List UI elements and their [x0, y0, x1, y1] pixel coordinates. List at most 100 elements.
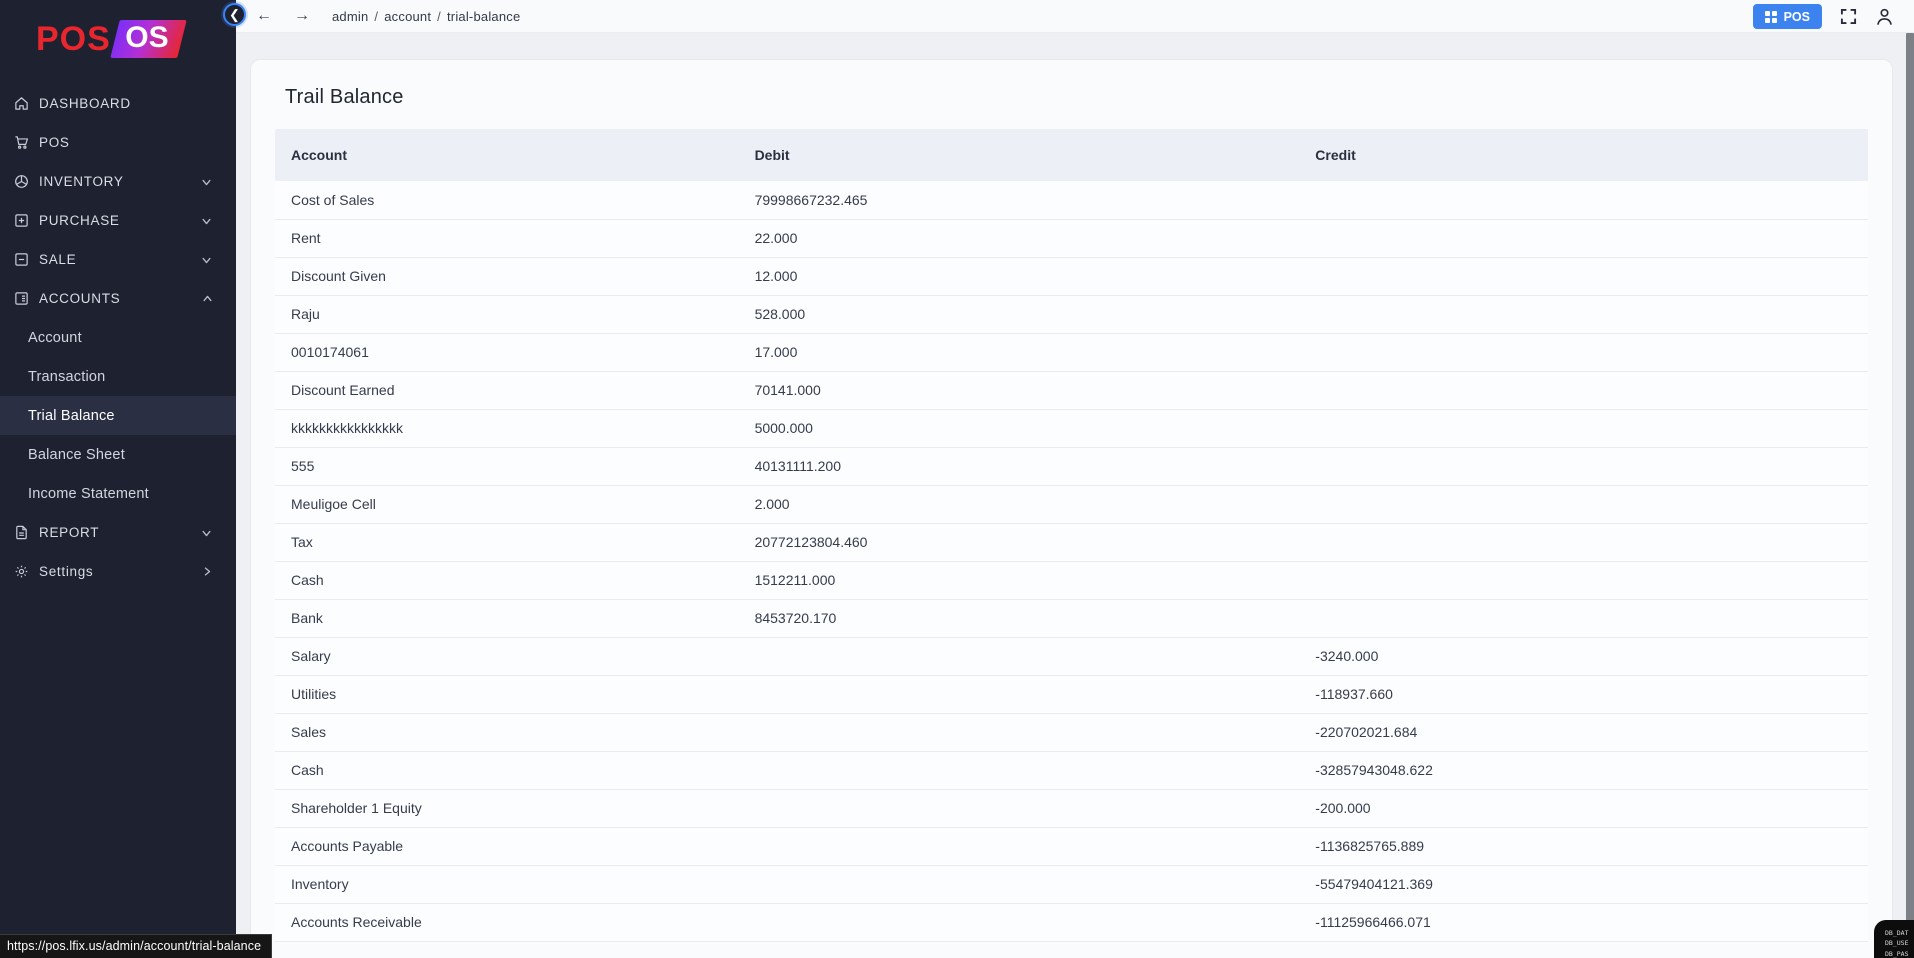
ledger-icon: [13, 291, 29, 307]
trial-balance-table: Account Debit Credit Cost of Sales 79998…: [275, 129, 1868, 942]
sidebar-item-settings[interactable]: Settings: [0, 552, 236, 591]
breadcrumb-admin: admin: [332, 8, 369, 24]
cell-account: Cash: [275, 561, 739, 600]
sidebar-item-label: Account: [28, 329, 82, 346]
cell-debit: 12.000: [738, 257, 1300, 296]
vertical-scrollbar[interactable]: [1906, 33, 1914, 958]
column-header-debit: Debit: [738, 129, 1300, 181]
sidebar-item-accounts[interactable]: ACCOUNTS: [0, 279, 236, 318]
table-row: Shareholder 1 Equity -200.000: [275, 789, 1868, 828]
cell-credit: [1299, 219, 1868, 258]
table-row: Rent 22.000: [275, 219, 1868, 258]
sidebar-item-label: INVENTORY: [39, 174, 124, 189]
sidebar: POS OS DASHBOARD POS INVENTORY PURCHASE …: [0, 0, 236, 958]
cell-debit: 70141.000: [738, 371, 1300, 410]
debug-line: DB_DAT: [1885, 929, 1909, 937]
table-body: Cost of Sales 79998667232.465 Rent 22.00…: [275, 181, 1868, 942]
content-area: Trail Balance Account Debit Credit Cost …: [236, 34, 1914, 958]
sidebar-item-balance-sheet[interactable]: Balance Sheet: [0, 435, 236, 474]
chevron-down-icon: [202, 255, 212, 265]
pos-button-label: POS: [1783, 9, 1810, 24]
page-title: Trail Balance: [285, 86, 404, 108]
table-row: Meuligoe Cell 2.000: [275, 485, 1868, 524]
chevron-right-icon: [202, 567, 212, 577]
cell-credit: -32857943048.622: [1299, 751, 1868, 790]
topbar-actions: POS: [1752, 0, 1894, 33]
fullscreen-icon[interactable]: [1840, 8, 1857, 25]
pos-button[interactable]: POS: [1752, 4, 1822, 29]
sidebar-item-purchase[interactable]: PURCHASE: [0, 201, 236, 240]
cell-debit: 1512211.000: [738, 561, 1300, 600]
chevron-down-icon: [202, 216, 212, 226]
breadcrumb-trial-balance: trial-balance: [446, 8, 521, 24]
cell-credit: [1299, 409, 1868, 448]
package-icon: [13, 174, 29, 190]
logo-text-pos: POS: [36, 19, 111, 58]
breadcrumb: admin / account / trial-balance: [332, 9, 520, 24]
forward-arrow-icon[interactable]: →: [294, 8, 310, 24]
cell-account: Accounts Receivable: [275, 903, 739, 942]
table-row: Tax 20772123804.460: [275, 523, 1868, 562]
cell-debit: 528.000: [738, 295, 1300, 334]
cell-credit: [1299, 333, 1868, 372]
sidebar-item-transaction[interactable]: Transaction: [0, 357, 236, 396]
sidebar-item-trial-balance[interactable]: Trial Balance: [0, 396, 236, 435]
chevron-up-icon: [202, 294, 212, 304]
cell-account: Discount Given: [275, 257, 739, 296]
cell-account: Cash: [275, 751, 739, 790]
sidebar-item-inventory[interactable]: INVENTORY: [0, 162, 236, 201]
cell-debit: 20772123804.460: [738, 523, 1300, 562]
home-icon: [13, 96, 29, 112]
back-arrow-icon[interactable]: ←: [256, 8, 272, 24]
app-logo[interactable]: POS OS: [0, 0, 236, 62]
sidebar-collapse-button[interactable]: ❮: [223, 3, 246, 26]
gear-icon: [13, 564, 29, 580]
cell-debit: [738, 637, 1300, 676]
sidebar-item-pos[interactable]: POS: [0, 123, 236, 162]
cell-credit: -1136825765.889: [1299, 827, 1868, 866]
app-window: POS OS DASHBOARD POS INVENTORY PURCHASE …: [0, 0, 1914, 958]
sidebar-item-label: REPORT: [39, 525, 100, 540]
cell-credit: -200.000: [1299, 789, 1868, 828]
sidebar-item-label: DASHBOARD: [39, 96, 131, 111]
sidebar-item-account[interactable]: Account: [0, 318, 236, 357]
column-header-credit: Credit: [1299, 129, 1868, 181]
main-area: ❮ ← → admin / account / trial-balance POS: [223, 0, 1914, 958]
sidebar-item-label: Transaction: [28, 368, 106, 385]
cell-credit: -3240.000: [1299, 637, 1868, 676]
cell-account: Raju: [275, 295, 739, 334]
debug-line: DB_PAS: [1885, 949, 1909, 958]
cell-account: Bank: [275, 599, 739, 638]
grid-icon: [1764, 10, 1777, 23]
cell-debit: 17.000: [738, 333, 1300, 372]
cell-credit: [1299, 523, 1868, 562]
column-header-account: Account: [275, 129, 739, 181]
sidebar-item-label: Trial Balance: [28, 407, 115, 424]
breadcrumb-separator: /: [437, 8, 441, 24]
cell-credit: [1299, 561, 1868, 600]
sidebar-item-sale[interactable]: SALE: [0, 240, 236, 279]
sidebar-item-dashboard[interactable]: DASHBOARD: [0, 84, 236, 123]
breadcrumb-account: account: [384, 8, 432, 24]
cell-debit: 2.000: [738, 485, 1300, 524]
plus-square-icon: [13, 213, 29, 229]
sidebar-item-label: Balance Sheet: [28, 446, 125, 463]
cell-credit: -11125966466.071: [1299, 903, 1868, 942]
cell-account: Meuligoe Cell: [275, 485, 739, 524]
cell-credit: [1299, 599, 1868, 638]
cell-debit: 5000.000: [738, 409, 1300, 448]
cell-debit: [738, 713, 1300, 752]
report-icon: [13, 525, 29, 541]
sidebar-item-income-statement[interactable]: Income Statement: [0, 474, 236, 513]
cell-account: 0010174061: [275, 333, 739, 372]
sidebar-item-report[interactable]: REPORT: [0, 513, 236, 552]
cell-account: Shareholder 1 Equity: [275, 789, 739, 828]
table-row: Bank 8453720.170: [275, 599, 1868, 638]
sidebar-item-label: Income Statement: [28, 485, 149, 502]
user-icon[interactable]: [1875, 7, 1894, 26]
cell-credit: [1299, 181, 1868, 220]
sidebar-item-label: ACCOUNTS: [39, 291, 121, 306]
cell-debit: 79998667232.465: [738, 181, 1300, 220]
topbar: ❮ ← → admin / account / trial-balance POS: [223, 0, 1914, 33]
cart-icon: [13, 135, 29, 151]
